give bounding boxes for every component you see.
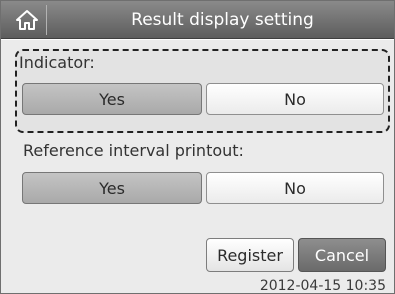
settings-screen: Result display setting Indicator: Yes No… bbox=[0, 0, 395, 294]
indicator-yes-button[interactable]: Yes bbox=[22, 83, 202, 115]
reference-interval-no-button[interactable]: No bbox=[206, 172, 384, 204]
register-button[interactable]: Register bbox=[206, 238, 294, 272]
home-icon bbox=[15, 10, 38, 30]
reference-interval-label: Reference interval printout: bbox=[23, 141, 244, 160]
reference-interval-yes-button[interactable]: Yes bbox=[22, 172, 202, 204]
settings-panel: Indicator: Yes No Reference interval pri… bbox=[1, 40, 394, 293]
page-title: Result display setting bbox=[131, 10, 314, 30]
status-datetime: 2012-04-15 10:35 bbox=[259, 278, 386, 294]
indicator-no-button[interactable]: No bbox=[206, 83, 384, 115]
cancel-button[interactable]: Cancel bbox=[298, 238, 386, 272]
home-button[interactable] bbox=[7, 5, 47, 35]
indicator-label: Indicator: bbox=[19, 53, 95, 72]
title-bar: Result display setting bbox=[1, 1, 394, 39]
